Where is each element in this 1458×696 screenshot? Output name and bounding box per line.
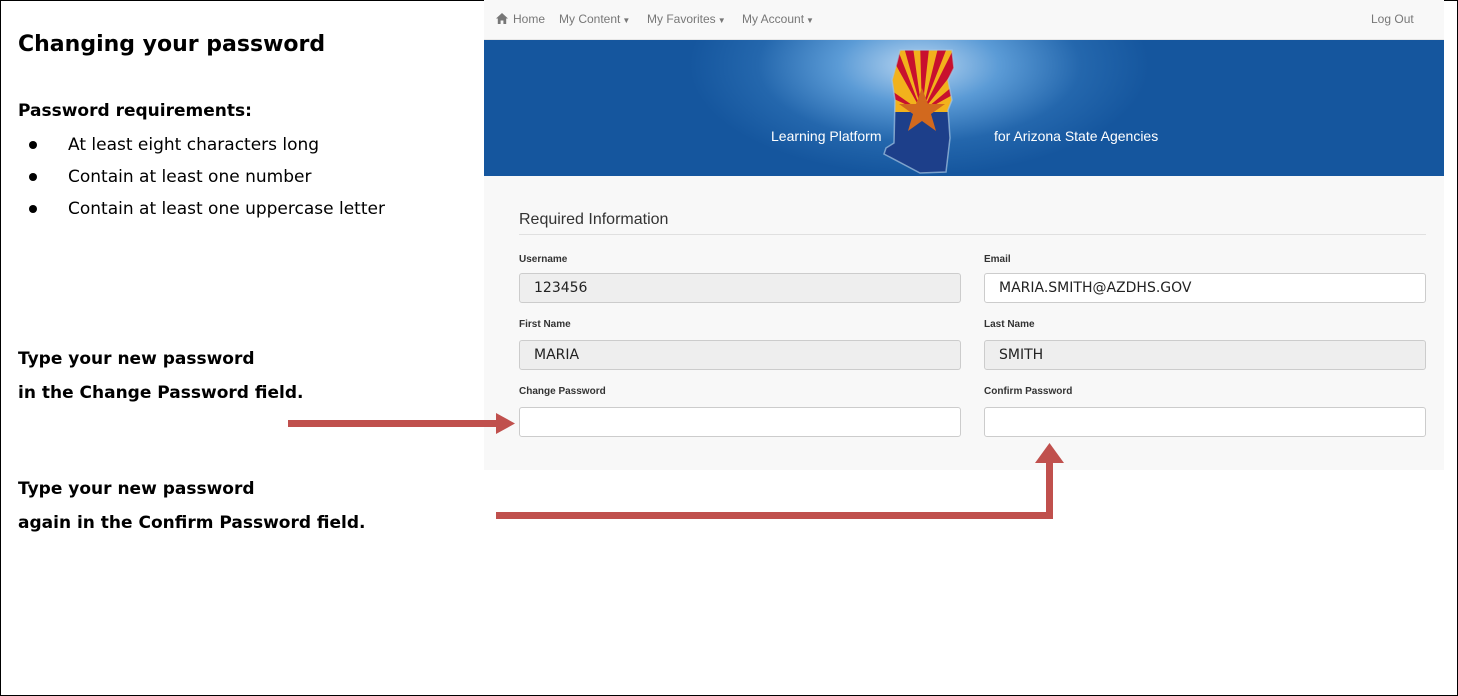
requirement-item: At least eight characters long xyxy=(18,130,468,160)
bullet-icon xyxy=(29,141,37,149)
caret-down-icon: ▼ xyxy=(717,16,726,25)
step-confirm-password: Type your new password again in the Conf… xyxy=(18,479,366,533)
nav-my-account[interactable]: My Account ▼ xyxy=(742,12,814,26)
nav-home[interactable]: Home xyxy=(496,12,545,26)
step-change-password: Type your new password in the Change Pas… xyxy=(18,349,304,403)
home-icon xyxy=(496,13,508,24)
requirement-item: Contain at least one uppercase letter xyxy=(18,194,458,224)
nav-log-out[interactable]: Log Out xyxy=(1371,12,1414,26)
app-screenshot: Home My Content ▼ My Favorites ▼ My Accoun… xyxy=(484,0,1444,470)
change-password-label: Change Password xyxy=(519,386,606,397)
section-divider xyxy=(519,234,1426,235)
instructions-title: Changing your password xyxy=(18,32,326,57)
nav-my-content[interactable]: My Content ▼ xyxy=(559,12,630,26)
last-name-field[interactable]: SMITH xyxy=(984,340,1426,370)
section-title: Required Information xyxy=(519,211,669,228)
bullet-icon xyxy=(29,205,37,213)
arizona-flag-logo xyxy=(883,49,955,174)
confirm-password-field[interactable] xyxy=(984,407,1426,437)
bullet-icon xyxy=(29,173,37,181)
requirements-heading: Password requirements: xyxy=(18,101,252,121)
nav-my-favorites[interactable]: My Favorites ▼ xyxy=(647,12,726,26)
last-name-label: Last Name xyxy=(984,319,1035,330)
required-information-form: Required Information Username 123456 Ema… xyxy=(484,176,1444,470)
username-field[interactable]: 123456 xyxy=(519,273,961,303)
banner-text-right: for Arizona State Agencies xyxy=(994,128,1159,144)
email-label: Email xyxy=(984,254,1011,265)
email-field[interactable]: MARIA.SMITH@AZDHS.GOV xyxy=(984,273,1426,303)
change-password-field[interactable] xyxy=(519,407,961,437)
username-label: Username xyxy=(519,254,568,265)
requirement-item: Contain at least one number xyxy=(18,162,468,192)
first-name-field[interactable]: MARIA xyxy=(519,340,961,370)
confirm-password-label: Confirm Password xyxy=(984,386,1073,397)
caret-down-icon: ▼ xyxy=(806,16,814,25)
top-navbar: Home My Content ▼ My Favorites ▼ My Accoun… xyxy=(484,0,1444,40)
platform-banner: Learning Platform for Arizona State Agen… xyxy=(484,40,1444,176)
requirements-list: At least eight characters long Contain a… xyxy=(18,130,468,226)
first-name-label: First Name xyxy=(519,319,571,330)
caret-down-icon: ▼ xyxy=(622,16,631,25)
